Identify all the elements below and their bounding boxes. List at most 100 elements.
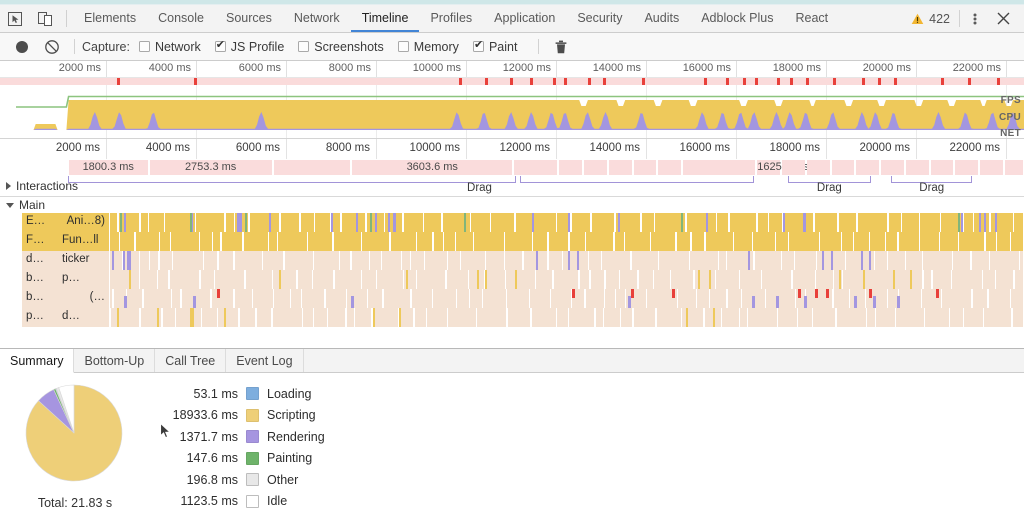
flame-block[interactable] [651, 232, 676, 251]
flame-block[interactable] [181, 289, 211, 308]
flame-block[interactable] [531, 308, 556, 327]
flame-event-marker[interactable] [370, 213, 373, 232]
flame-block[interactable] [483, 289, 506, 308]
frame-block[interactable] [856, 160, 879, 175]
flame-block[interactable] [920, 213, 941, 232]
flame-block-labeled[interactable]: p… [58, 270, 110, 289]
flame-block[interactable] [334, 270, 362, 289]
summary-pie-chart[interactable] [10, 383, 138, 487]
warning-counter[interactable]: 422 [907, 10, 960, 27]
flame-block[interactable] [390, 232, 416, 251]
flame-block-labeled[interactable]: (… [58, 289, 110, 308]
checkbox-js-profile[interactable]: JS Profile [214, 39, 284, 54]
frame-block[interactable] [633, 160, 657, 175]
flame-block[interactable] [473, 232, 505, 251]
flame-block[interactable] [376, 270, 403, 289]
flame-block[interactable] [200, 232, 212, 251]
flame-block[interactable] [586, 232, 614, 251]
flame-event-marker[interactable] [627, 296, 631, 308]
flame-block[interactable] [536, 270, 553, 289]
flame-block[interactable] [196, 213, 225, 232]
tab-application[interactable]: Application [483, 5, 566, 32]
flame-block[interactable] [571, 213, 591, 232]
frame-block[interactable] [584, 160, 607, 175]
flame-event-marker[interactable] [825, 289, 829, 298]
flame-block[interactable] [853, 232, 869, 251]
flame-block[interactable] [989, 251, 1019, 270]
legend-row[interactable]: 1123.5 ms Idle [148, 491, 325, 513]
frame-block[interactable]: 2753.3 ms [149, 160, 272, 175]
flame-block[interactable] [614, 232, 625, 251]
flame-block[interactable] [963, 308, 983, 327]
flame-event-marker[interactable] [245, 213, 248, 232]
flame-block[interactable] [748, 308, 778, 327]
flame-block-labeled[interactable]: p… [22, 308, 60, 327]
flame-block[interactable] [411, 289, 432, 308]
frame-block[interactable]: 1625.1 ms [757, 160, 809, 175]
flame-block[interactable] [308, 232, 333, 251]
flame-block[interactable] [269, 232, 277, 251]
flame-block[interactable] [351, 251, 369, 270]
flame-block[interactable] [160, 232, 170, 251]
flame-event-marker[interactable] [189, 213, 192, 232]
flame-event-marker[interactable] [630, 289, 634, 298]
flame-event-marker[interactable] [873, 296, 877, 308]
flame-block[interactable] [505, 251, 523, 270]
flame-block[interactable] [722, 308, 739, 327]
legend-row[interactable]: 53.1 ms Loading [148, 383, 325, 405]
flame-block[interactable] [169, 270, 200, 289]
legend-row[interactable]: 18933.6 ms Scripting [148, 405, 325, 427]
frame-block[interactable] [980, 160, 1003, 175]
flame-block[interactable] [833, 289, 849, 308]
flame-block[interactable] [215, 270, 245, 289]
flame-event-marker[interactable] [122, 251, 125, 270]
flame-block[interactable] [202, 308, 217, 327]
legend-row[interactable]: 1371.7 ms Rendering [148, 426, 325, 448]
flame-event-marker[interactable] [485, 270, 488, 289]
tab-elements[interactable]: Elements [73, 5, 147, 32]
flame-block[interactable] [534, 213, 556, 232]
inspect-element-icon[interactable] [0, 5, 30, 32]
flame-block[interactable] [140, 251, 150, 270]
flame-block[interactable] [485, 270, 506, 289]
flame-block[interactable] [456, 232, 473, 251]
flame-block[interactable] [820, 232, 841, 251]
flame-block[interactable] [548, 251, 563, 270]
flame-block[interactable] [530, 289, 551, 308]
flame-block[interactable] [556, 308, 569, 327]
flame-event-marker[interactable] [782, 213, 785, 232]
flame-block[interactable] [314, 251, 339, 270]
flame-block[interactable] [769, 213, 783, 232]
flame-block-labeled[interactable]: Ani…8) [58, 213, 110, 232]
flame-event-marker[interactable] [618, 213, 621, 232]
flame-block[interactable] [836, 308, 866, 327]
flame-block[interactable] [249, 213, 280, 232]
flame-block[interactable] [243, 232, 268, 251]
flame-block[interactable] [217, 308, 239, 327]
frames-band[interactable]: 1800.3 ms 2753.3 ms 3603.6 ms 1625.1 ms [0, 159, 1024, 176]
flame-block[interactable] [485, 251, 504, 270]
legend-row[interactable]: 147.6 ms Painting [148, 448, 325, 470]
frame-block[interactable] [559, 160, 582, 175]
flame-event-marker[interactable] [192, 308, 195, 327]
flame-event-marker[interactable] [572, 289, 576, 298]
flame-event-marker[interactable] [868, 251, 871, 270]
flame-event-marker[interactable] [532, 213, 535, 232]
tab-console[interactable]: Console [147, 5, 215, 32]
flame-block[interactable] [795, 251, 816, 270]
flame-block[interactable] [727, 289, 741, 308]
frame-block[interactable] [782, 160, 805, 175]
flame-block[interactable] [290, 289, 301, 308]
flame-block[interactable] [383, 289, 411, 308]
flame-event-marker[interactable] [822, 251, 825, 270]
timeline-ruler[interactable]: 2000 ms 4000 ms 6000 ms 8000 ms 10000 ms 1200… [0, 138, 1024, 159]
flame-block[interactable] [963, 213, 973, 232]
flame-block[interactable] [585, 289, 604, 308]
flame-event-marker[interactable] [405, 270, 408, 289]
flame-event-marker[interactable] [375, 213, 378, 232]
flame-event-marker[interactable] [994, 213, 997, 232]
flame-block[interactable] [340, 251, 351, 270]
flame-block[interactable] [172, 289, 181, 308]
flame-block[interactable] [506, 270, 535, 289]
flame-event-marker[interactable] [685, 308, 688, 327]
